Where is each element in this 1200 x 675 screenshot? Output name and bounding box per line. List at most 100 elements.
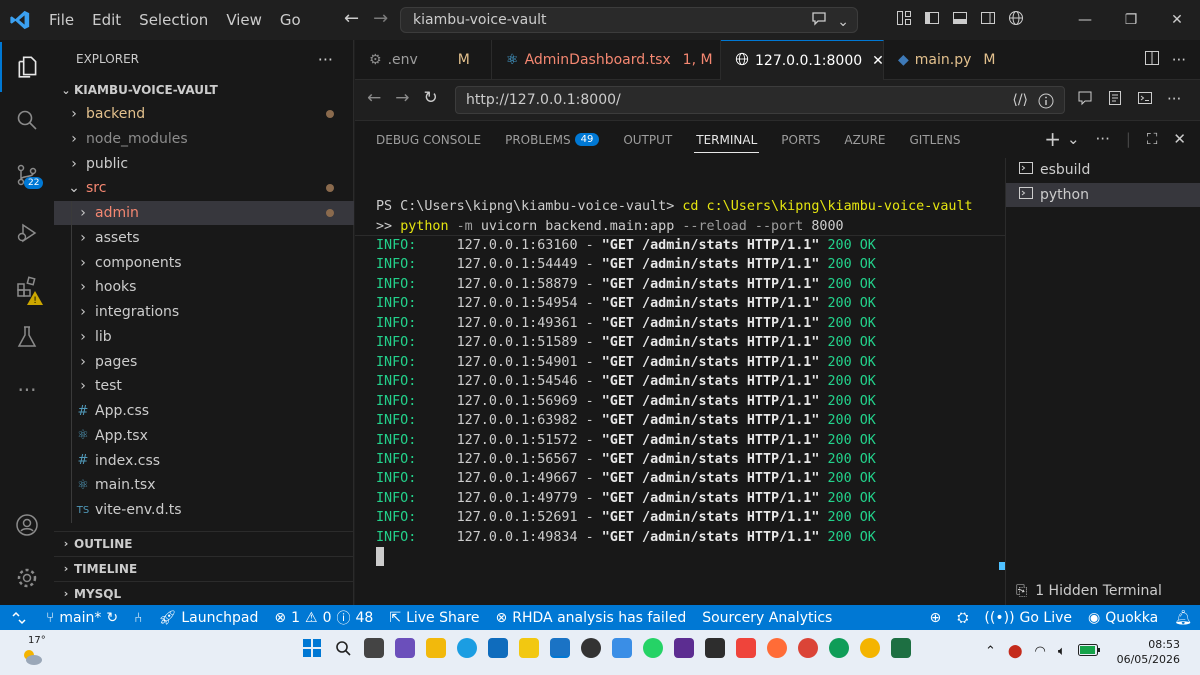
tab-ports[interactable]: PORTS [769, 121, 832, 159]
hidden-terminals[interactable]: ⎘ 1 Hidden Terminal [1016, 583, 1162, 599]
browser-forward-icon[interactable]: → [395, 88, 409, 108]
more-actions-icon[interactable]: ··· [1096, 130, 1110, 148]
search-icon[interactable] [333, 638, 353, 658]
tree-item[interactable]: › pages [54, 350, 354, 374]
back-arrow-icon[interactable]: ← [344, 8, 359, 29]
tree-item[interactable]: › lib [54, 325, 354, 349]
edge-icon[interactable] [457, 638, 477, 658]
wifi-icon[interactable]: ◠ [1034, 644, 1045, 660]
more-actions-icon[interactable]: ··· [1167, 90, 1181, 110]
command-center[interactable]: kiambu-voice-vault ⌄ [400, 7, 858, 33]
terminal-output[interactable]: PS C:\Users\kipng\kiambu-voice-vault> cd… [355, 158, 1005, 605]
menu-go[interactable]: Go [271, 0, 310, 40]
chat-icon[interactable] [1077, 90, 1093, 110]
tree-item[interactable]: › admin [54, 201, 354, 225]
tree-item[interactable]: ⚛ main.tsx [54, 473, 354, 497]
chevron-down-icon[interactable]: ⌄ [837, 10, 849, 34]
tab-env[interactable]: ⚙ .env M [355, 40, 492, 80]
mysql-section[interactable]: › MYSQL [54, 581, 354, 605]
excel-icon[interactable] [891, 638, 911, 658]
remote-indicator-icon[interactable] [0, 605, 38, 630]
tree-item[interactable]: › test [54, 374, 354, 398]
rhda-status[interactable]: ⊗ RHDA analysis has failed [488, 610, 695, 626]
chevron-up-icon[interactable]: ⌃ [985, 644, 996, 660]
go-live-status[interactable]: ((•)) Go Live [976, 610, 1080, 626]
tree-item[interactable]: › hooks [54, 275, 354, 299]
menu-view[interactable]: View [217, 0, 271, 40]
maximize-panel-icon[interactable]: ⛶ [1147, 130, 1158, 148]
accounts-icon[interactable]: ⛭ [949, 610, 976, 626]
browser-back-icon[interactable]: ← [367, 88, 381, 108]
menu-selection[interactable]: Selection [130, 0, 217, 40]
clock[interactable]: 08:53 06/05/2026 [1117, 637, 1180, 667]
tree-item[interactable]: › public [54, 152, 354, 176]
vscode-taskbar-icon[interactable] [550, 638, 570, 658]
tree-item[interactable]: ⌄ src [54, 176, 354, 200]
zoom-icon[interactable]: ⊕ [921, 610, 949, 626]
new-terminal-icon[interactable]: + [1044, 129, 1061, 149]
notifications-bell-icon[interactable]: 🔔︎ [1166, 610, 1200, 626]
more-icon[interactable]: ··· [0, 365, 54, 415]
workspace-root[interactable]: ⌄ KIAMBU-VOICE-VAULT [54, 78, 354, 102]
timeline-section[interactable]: › TIMELINE [54, 556, 354, 580]
power-bi-icon[interactable] [519, 638, 539, 658]
sourcery-status[interactable]: Sourcery Analytics [694, 610, 840, 626]
visual-studio-icon[interactable] [674, 638, 694, 658]
toggle-panel-icon[interactable] [952, 10, 968, 30]
manage-gear-icon[interactable] [0, 553, 54, 603]
terminal-session-esbuild[interactable]: esbuild [1006, 158, 1200, 182]
url-input[interactable]: http://127.0.0.1:8000/ ⟨/⟩ [455, 86, 1065, 114]
tree-item[interactable]: › integrations [54, 300, 354, 324]
tab-terminal[interactable]: TERMINAL [684, 121, 769, 159]
search-icon[interactable] [0, 95, 54, 145]
launchpad-status[interactable]: 🚀︎ Launchpad [151, 610, 267, 626]
battery-icon[interactable] [1077, 644, 1100, 660]
tree-item[interactable]: › backend [54, 102, 354, 126]
tab-problems[interactable]: PROBLEMS 49 [493, 121, 611, 159]
windows-start-icon[interactable] [302, 638, 322, 658]
terminal-icon[interactable] [1137, 90, 1153, 110]
tree-item[interactable]: TS vite-env.d.ts [54, 498, 354, 522]
tab-browser-preview[interactable]: 127.0.0.1:8000 ✕ [721, 40, 884, 80]
tab-main-py[interactable]: ◆ main.py M [884, 40, 1009, 80]
postman-icon[interactable] [767, 638, 787, 658]
extensions-icon[interactable]: ! [0, 262, 54, 312]
toggle-sidebar-icon[interactable] [924, 10, 940, 30]
tree-item[interactable]: › node_modules [54, 127, 354, 151]
anydesk-icon[interactable] [736, 638, 756, 658]
forward-arrow-icon[interactable]: → [373, 8, 388, 29]
chrome-icon-3[interactable] [860, 638, 880, 658]
task-view-icon[interactable] [364, 638, 384, 658]
terminal-session-python[interactable]: python [1006, 183, 1200, 207]
more-actions-icon[interactable]: ··· [1172, 51, 1186, 69]
security-icon[interactable]: ⬤ [1008, 644, 1023, 660]
customize-layout-icon[interactable] [896, 10, 912, 30]
tab-admin-dashboard[interactable]: ⚛ AdminDashboard.tsx 1, M [492, 40, 721, 80]
outline-section[interactable]: › OUTLINE [54, 531, 354, 555]
quokka-status[interactable]: ◉ Quokka [1080, 610, 1166, 626]
tab-azure[interactable]: AZURE [832, 121, 897, 159]
branch-status[interactable]: ⑂ main* ↻ [38, 610, 126, 626]
mail-icon[interactable] [488, 638, 508, 658]
football-app-icon[interactable] [581, 638, 601, 658]
git-graph-status[interactable]: ⑃ [126, 610, 150, 626]
tab-gitlens[interactable]: GITLENS [898, 121, 973, 159]
chrome-icon-2[interactable] [829, 638, 849, 658]
globe-icon[interactable] [1008, 10, 1024, 30]
tab-debug-console[interactable]: DEBUG CONSOLE [364, 121, 493, 159]
vscode-logo-icon[interactable] [0, 0, 40, 40]
reload-icon[interactable]: ↻ [424, 88, 438, 108]
document-icon[interactable] [1107, 90, 1123, 110]
toggle-secondary-sidebar-icon[interactable] [980, 10, 996, 30]
weather-widget[interactable]: 17° [18, 635, 48, 669]
tree-item[interactable]: # App.css [54, 399, 354, 423]
info-icon[interactable] [1038, 92, 1054, 118]
code-view-icon[interactable]: ⟨/⟩ [1012, 87, 1028, 113]
minimize-button[interactable]: — [1062, 0, 1108, 40]
notepad-icon[interactable] [612, 638, 632, 658]
tree-item[interactable]: › assets [54, 226, 354, 250]
more-actions-icon[interactable]: ··· [318, 50, 333, 69]
chevron-down-icon[interactable]: ⌄ [1067, 130, 1080, 148]
close-window-button[interactable]: ✕ [1154, 0, 1200, 40]
menu-file[interactable]: File [40, 0, 83, 40]
